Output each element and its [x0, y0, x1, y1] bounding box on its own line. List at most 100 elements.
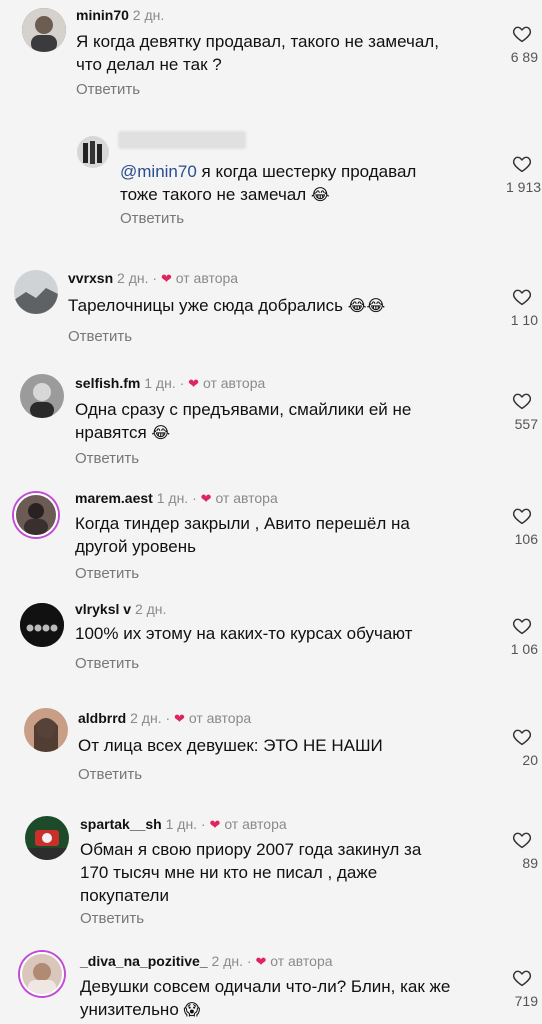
laughing-emoji: 😂😂: [347, 298, 386, 315]
comment-line: унизительно 😱: [80, 998, 450, 1022]
avatar-image: [22, 954, 62, 994]
like-count: 1 913: [506, 179, 542, 195]
avatar-image: [25, 816, 69, 860]
heart-icon[interactable]: [512, 728, 532, 746]
avatar[interactable]: [77, 136, 109, 168]
like-control[interactable]: 20: [506, 728, 538, 768]
heart-icon[interactable]: [512, 288, 532, 306]
timestamp: 2 дн.: [132, 7, 165, 23]
comment-meta: minin70 2 дн.: [76, 7, 164, 23]
like-count: 557: [514, 416, 538, 432]
reply-button[interactable]: Ответить: [80, 910, 144, 927]
reply-button[interactable]: Ответить: [68, 328, 132, 345]
heart-icon[interactable]: [512, 392, 532, 410]
reply-button[interactable]: Ответить: [75, 655, 139, 672]
like-control[interactable]: 106: [506, 507, 538, 547]
comment-text-part: я когда шестерку продавал: [196, 162, 417, 181]
avatar-image: [24, 708, 68, 752]
like-count: 106: [514, 531, 538, 547]
reply-button[interactable]: Ответить: [75, 450, 139, 467]
heart-icon[interactable]: [512, 507, 532, 525]
username[interactable]: selfish.fm: [75, 375, 140, 391]
heart-filled-icon: ❤: [174, 711, 185, 726]
comment-text-part: От лица всех девушек: ЭТО НЕ НАШИ: [78, 736, 383, 755]
comment-item: spartak__sh 1 дн. · ❤ от автора Обман я …: [0, 808, 542, 938]
comment-line: Обман я свою приору 2007 года закинул за: [80, 840, 422, 859]
avatar[interactable]: [24, 708, 68, 752]
avatar[interactable]: [14, 270, 58, 314]
comment-meta: _diva_na_pozitive_ 2 дн. · ❤ от автора: [80, 953, 333, 970]
like-control[interactable]: 1 06: [506, 617, 538, 657]
avatar-image: [20, 603, 64, 647]
separator-dot: ·: [246, 953, 252, 969]
like-control[interactable]: 719: [506, 969, 538, 1009]
avatar[interactable]: [25, 816, 69, 860]
author-badge: от автора: [202, 375, 266, 391]
like-control[interactable]: 557: [506, 392, 538, 432]
comment-meta: vlryksl v 2 дн.: [75, 601, 166, 617]
comment-item: _diva_na_pozitive_ 2 дн. · ❤ от автора Д…: [0, 945, 542, 1024]
laughing-emoji: 😂: [151, 425, 171, 442]
separator-dot: ·: [152, 270, 158, 286]
timestamp: 1 дн.: [144, 375, 176, 391]
comment-line: @minin70 я когда шестерку продавал: [120, 160, 416, 183]
username[interactable]: marem.aest: [75, 490, 153, 506]
heart-filled-icon: ❤: [200, 491, 212, 506]
like-control[interactable]: 1 913: [506, 155, 542, 195]
comment-text: Обман я свою приору 2007 года закинул за…: [80, 838, 421, 907]
reply-button[interactable]: Ответить: [120, 210, 184, 227]
comment-line: другой уровень: [75, 537, 196, 556]
separator-dot: ·: [192, 490, 197, 506]
avatar-image: [14, 270, 58, 314]
heart-icon[interactable]: [512, 155, 532, 173]
redacted-username: [118, 131, 246, 149]
mention-link[interactable]: @minin70: [120, 162, 197, 181]
timestamp: 1 дн.: [156, 490, 189, 506]
comment-line: Я когда девятку продавал, такого не заме…: [76, 32, 439, 51]
heart-filled-icon: ❤: [255, 954, 267, 969]
avatar-image: [77, 136, 109, 168]
avatar-image: [22, 8, 66, 52]
like-control[interactable]: 89: [506, 831, 538, 871]
comment-text: Тарелочницы уже сюда добрались 😂😂: [68, 294, 385, 318]
username[interactable]: spartak__sh: [80, 816, 162, 832]
avatar[interactable]: [20, 603, 64, 647]
comments-list: minin70 2 дн. Я когда девятку продавал, …: [0, 0, 542, 1024]
avatar[interactable]: [22, 8, 66, 52]
timestamp: 2 дн.: [117, 270, 149, 286]
timestamp: 2 дн.: [130, 710, 162, 726]
comment-meta: marem.aest 1 дн. · ❤ от автора: [75, 490, 278, 507]
like-control[interactable]: 6 89: [506, 25, 538, 65]
scream-emoji: 😱: [183, 1002, 201, 1019]
author-badge: от автора: [270, 953, 333, 969]
avatar[interactable]: [20, 952, 64, 996]
comment-meta: spartak__sh 1 дн. · ❤ от автора: [80, 816, 287, 833]
username[interactable]: vlryksl v: [75, 601, 131, 617]
avatar[interactable]: [20, 374, 64, 418]
comment-meta: vvrxsn 2 дн. · ❤ от автора: [68, 270, 238, 287]
heart-icon[interactable]: [512, 25, 532, 43]
comment-line: 170 тысяч мне ни кто не писал , даже: [80, 863, 378, 882]
heart-icon[interactable]: [512, 969, 532, 987]
like-count: 1 06: [510, 641, 538, 657]
comment-item: vvrxsn 2 дн. · ❤ от автора Тарелочницы у…: [0, 262, 542, 362]
heart-filled-icon: ❤: [188, 376, 200, 391]
avatar[interactable]: [14, 493, 58, 537]
username[interactable]: _diva_na_pozitive_: [80, 953, 208, 969]
heart-icon[interactable]: [512, 831, 532, 849]
comment-line: тоже такого не замечал 😂: [120, 183, 416, 207]
comment-line: Когда тиндер закрыли , Авито перешёл на: [75, 514, 410, 533]
username[interactable]: vvrxsn: [68, 270, 113, 286]
heart-icon[interactable]: [512, 617, 532, 635]
like-control[interactable]: 1 10: [506, 288, 538, 328]
timestamp: 2 дн.: [134, 601, 167, 617]
comment-item: selfish.fm 1 дн. · ❤ от автора Одна сраз…: [0, 370, 542, 482]
username[interactable]: aldbrrd: [78, 710, 126, 726]
reply-button[interactable]: Ответить: [76, 81, 140, 98]
reply-button[interactable]: Ответить: [75, 565, 139, 582]
like-count: 6 89: [510, 49, 538, 65]
reply-comment-item: @minin70 я когда шестерку продавал тоже …: [0, 110, 542, 250]
reply-button[interactable]: Ответить: [78, 766, 142, 783]
comment-text-part: унизительно: [80, 1000, 179, 1019]
username[interactable]: minin70: [76, 7, 129, 23]
